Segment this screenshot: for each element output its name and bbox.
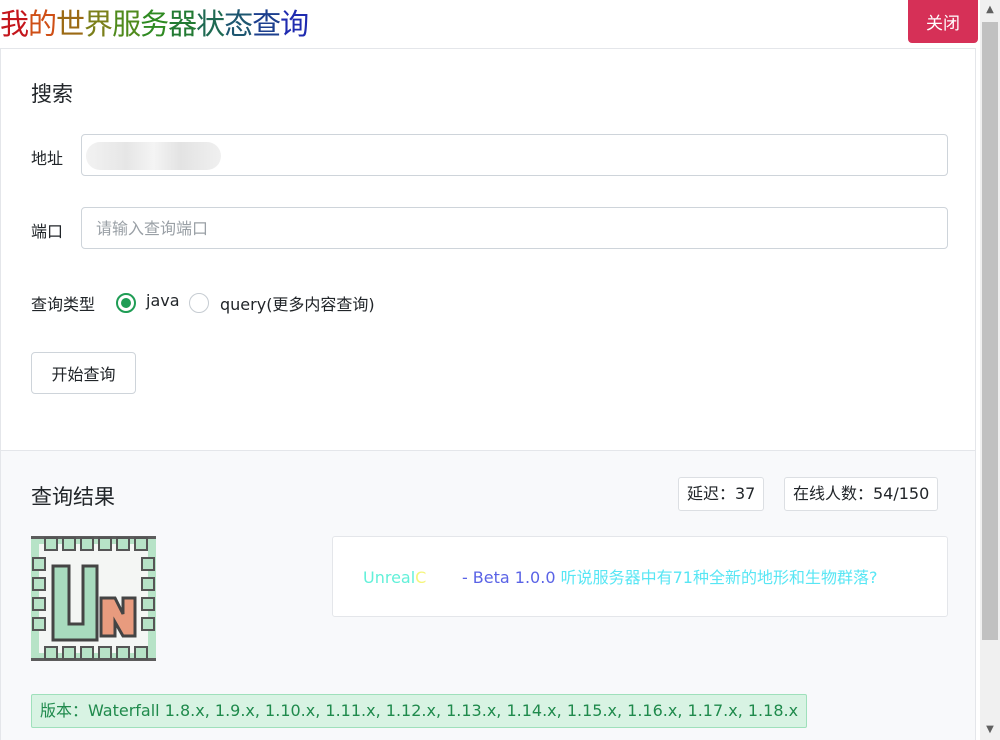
radio-query[interactable]	[189, 293, 209, 313]
title-char: 询	[280, 7, 309, 41]
title-char: 器	[168, 7, 197, 41]
motd-text-1: Unreal	[363, 568, 416, 587]
close-button[interactable]: 关闭	[908, 0, 978, 43]
port-label: 端口	[31, 222, 64, 241]
title-char: 世	[56, 7, 85, 41]
motd-text-2: C	[415, 568, 427, 587]
scroll-thumb[interactable]	[982, 22, 998, 640]
radio-java[interactable]	[116, 293, 136, 313]
start-query-button[interactable]: 开始查询	[31, 352, 136, 394]
result-section-title: 查询结果	[31, 485, 115, 509]
title-char: 状	[196, 7, 225, 41]
title-char: 界	[84, 7, 113, 41]
scrollbar[interactable]: ▲ ▼	[980, 0, 1000, 740]
search-panel	[0, 48, 976, 451]
port-input[interactable]	[81, 207, 948, 249]
title-char: 查	[252, 7, 281, 41]
title-char: 务	[140, 7, 169, 41]
title-char: 态	[224, 7, 253, 41]
scroll-down-arrow-icon[interactable]: ▼	[980, 724, 1000, 736]
title-char: 服	[112, 7, 141, 41]
latency-badge: 延迟：37	[678, 477, 765, 511]
address-redacted-value	[86, 142, 221, 170]
query-type-label: 查询类型	[31, 295, 96, 314]
search-section-title: 搜索	[31, 82, 73, 106]
online-players-badge: 在线人数：54/150	[784, 477, 939, 511]
motd-text-4: 听说服务器中有71种全新的地形和生物群落?	[560, 568, 878, 587]
title-char: 我	[0, 7, 29, 41]
scroll-up-arrow-icon[interactable]: ▲	[980, 4, 1000, 16]
motd-text-3: - Beta 1.0.0	[426, 568, 561, 587]
radio-query-label[interactable]: query(更多内容查询)	[220, 291, 375, 315]
version-badge: 版本：Waterfall 1.8.x, 1.9.x, 1.10.x, 1.11.…	[31, 694, 808, 728]
server-icon	[31, 536, 156, 661]
address-label: 地址	[31, 149, 64, 168]
motd-box: UnrealC - Beta 1.0.0 听说服务器中有71种全新的地形和生物群…	[332, 536, 948, 617]
radio-java-label[interactable]: java	[146, 291, 180, 310]
title-char: 的	[28, 7, 57, 41]
page-title: 我的世界服务器状态查询	[0, 4, 309, 44]
